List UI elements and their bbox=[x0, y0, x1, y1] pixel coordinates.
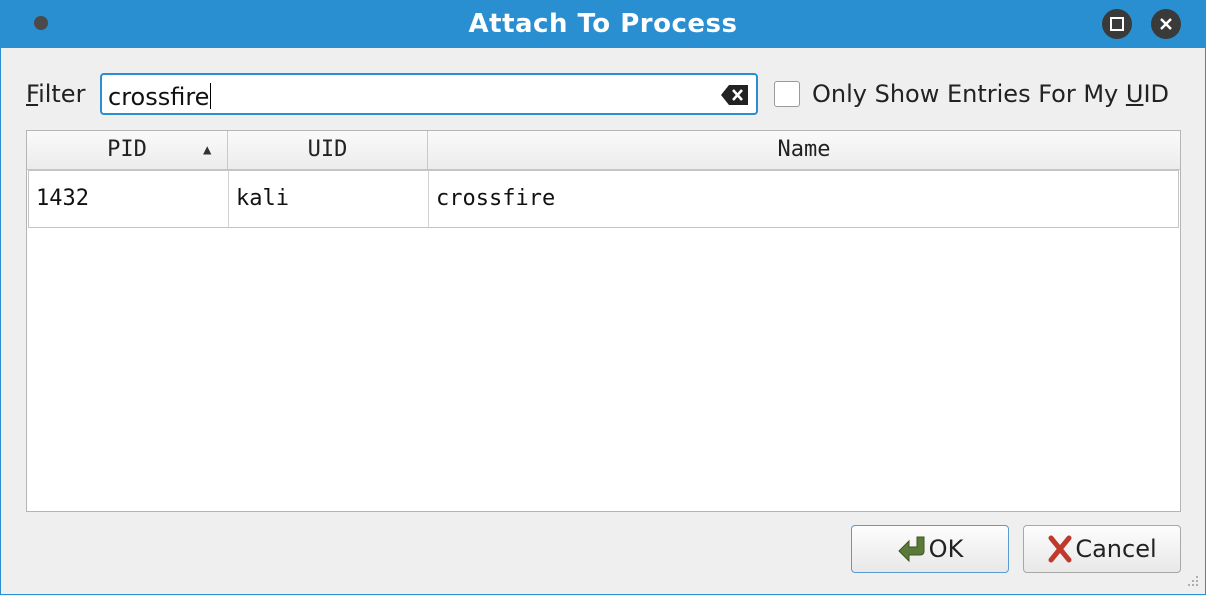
only-my-uid-label[interactable]: Only Show Entries For My UID bbox=[812, 80, 1169, 108]
cell-name: crossfire bbox=[436, 186, 556, 211]
red-x-icon bbox=[1048, 535, 1072, 563]
table-header: PID ▲ UID Name bbox=[27, 131, 1180, 170]
column-header-pid[interactable]: PID ▲ bbox=[27, 131, 228, 169]
process-table[interactable]: PID ▲ UID Name 1432 kali crossfire bbox=[26, 130, 1181, 512]
sort-ascending-icon: ▲ bbox=[203, 142, 212, 158]
only-my-uid-checkbox[interactable] bbox=[774, 81, 800, 107]
close-button[interactable] bbox=[1151, 9, 1181, 39]
cancel-button-label: Cancel bbox=[1075, 535, 1157, 563]
window-title: Attach To Process bbox=[468, 9, 738, 39]
cell-pid: 1432 bbox=[29, 171, 229, 227]
column-header-uid[interactable]: UID bbox=[228, 131, 428, 169]
table-row[interactable]: 1432 kali crossfire bbox=[28, 170, 1179, 228]
cancel-button[interactable]: Cancel bbox=[1023, 525, 1181, 573]
cell-uid: kali bbox=[229, 171, 429, 227]
filter-label: Filter bbox=[26, 80, 86, 108]
clear-icon[interactable] bbox=[720, 84, 750, 106]
ok-button-label: OK bbox=[928, 535, 964, 563]
maximize-button[interactable] bbox=[1102, 9, 1132, 39]
resize-grip-icon[interactable] bbox=[1184, 574, 1200, 590]
title-bar[interactable]: Attach To Process bbox=[0, 0, 1206, 48]
close-icon bbox=[1160, 18, 1172, 30]
text-cursor bbox=[210, 83, 212, 109]
filter-input[interactable]: crossfire bbox=[100, 73, 758, 115]
column-header-name[interactable]: Name bbox=[428, 131, 1180, 169]
checkmark-arrow-icon bbox=[897, 536, 925, 563]
ok-button[interactable]: OK bbox=[851, 525, 1009, 573]
maximize-icon bbox=[1110, 17, 1124, 31]
filter-input-value: crossfire bbox=[108, 83, 212, 111]
